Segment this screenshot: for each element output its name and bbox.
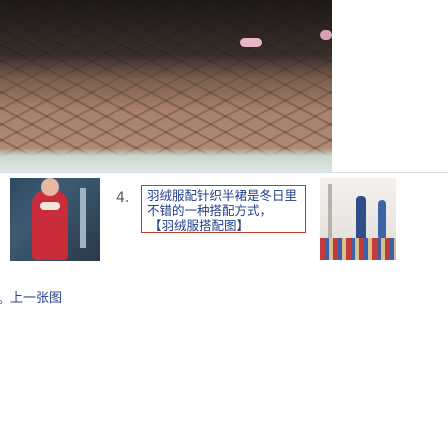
item-number: 4. — [116, 190, 130, 206]
colorful-stall — [320, 238, 396, 260]
person-figure-1 — [356, 196, 366, 242]
caption-line-2[interactable]: 不错的一种搭配方式， — [147, 203, 300, 218]
person-scarf — [40, 202, 60, 210]
street-photo — [0, 0, 332, 172]
pink-shoe — [240, 38, 262, 47]
previous-image-link[interactable]: 上一张图 — [10, 287, 62, 306]
caption-line-1[interactable]: 羽绒服配针织半裙是冬日里 — [147, 188, 300, 203]
street-lamp — [80, 188, 86, 248]
caption-box[interactable]: 羽绒服配针织半裙是冬日里 不错的一种搭配方式， 【羽绒服搭配图】 — [141, 185, 306, 233]
thumbnail-red-puffer[interactable] — [10, 178, 100, 261]
person-figure — [32, 190, 68, 260]
section-divider — [0, 172, 448, 173]
footer-marker: 。 — [0, 290, 10, 307]
person-figure-2 — [378, 200, 386, 240]
person-head — [41, 178, 59, 196]
shrub-border — [0, 148, 332, 172]
pole — [328, 184, 332, 244]
pink-shoe-edge — [320, 30, 332, 40]
caption-source-link[interactable]: 【羽绒服搭配图】 — [147, 218, 300, 233]
thumbnail-street-scene[interactable] — [320, 178, 396, 260]
